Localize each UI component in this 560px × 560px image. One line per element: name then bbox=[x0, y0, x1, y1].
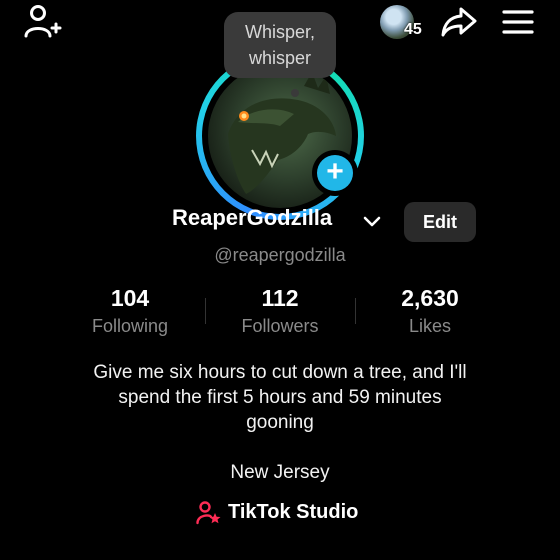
user-handle: @reapergodzilla bbox=[214, 245, 346, 265]
username[interactable]: ReaperGodzilla bbox=[172, 205, 332, 231]
note-bubble-tail bbox=[291, 89, 299, 97]
bio: Give me six hours to cut down a tree, an… bbox=[50, 360, 510, 435]
likes-stat[interactable]: 2,630 Likes bbox=[360, 284, 500, 338]
hamburger-menu-icon[interactable] bbox=[500, 8, 536, 36]
followers-label: Followers bbox=[241, 316, 319, 336]
followers-stat[interactable]: 112 Followers bbox=[210, 284, 350, 338]
following-label: Following bbox=[91, 316, 169, 336]
plus-icon: + bbox=[317, 155, 353, 191]
bio-line: gooning bbox=[246, 412, 314, 433]
bio-line: Give me six hours to cut down a tree, an… bbox=[93, 362, 467, 383]
stat-divider bbox=[355, 298, 356, 324]
note-bubble[interactable]: Whisper, whisper bbox=[224, 12, 336, 78]
following-count: 104 bbox=[110, 285, 150, 311]
followers-count: 112 bbox=[261, 285, 299, 311]
following-stat[interactable]: 104 Following bbox=[60, 284, 200, 338]
edit-profile-button[interactable]: Edit bbox=[404, 202, 476, 242]
visitors-count: 45 bbox=[404, 21, 422, 38]
bio-line: spend the first 5 hours and 59 minutes bbox=[118, 387, 442, 408]
likes-count: 2,630 bbox=[401, 285, 459, 311]
location-text: New Jersey bbox=[230, 462, 330, 483]
studio-person-star-icon bbox=[196, 500, 222, 526]
profile-visitors-button[interactable]: 45 bbox=[380, 3, 430, 41]
note-text: Whisper, whisper bbox=[244, 22, 316, 68]
likes-label: Likes bbox=[408, 316, 452, 336]
chevron-down-icon[interactable] bbox=[362, 212, 382, 232]
studio-label: TikTok Studio bbox=[228, 501, 359, 523]
add-friend-icon[interactable] bbox=[22, 4, 62, 40]
add-story-button[interactable]: + bbox=[312, 150, 358, 196]
stat-divider bbox=[205, 298, 206, 324]
share-icon[interactable] bbox=[440, 4, 478, 40]
